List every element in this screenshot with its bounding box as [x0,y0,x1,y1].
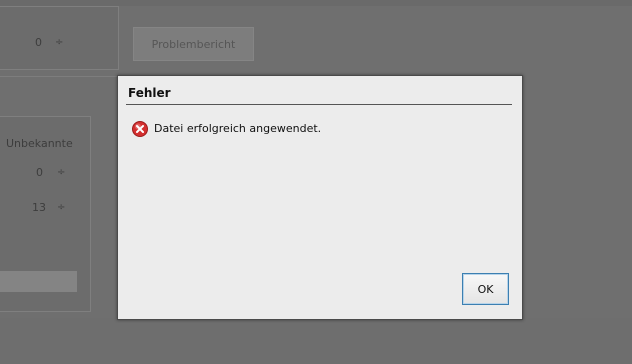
stepper-arrows-icon: ÷ [57,202,66,213]
error-dialog: Fehler Datei erfolgreich angewendet. OK [117,75,523,320]
unknown-value-2: 13 [32,201,46,214]
ok-button[interactable]: OK [462,273,509,305]
stepper-arrows-icon: ÷ [57,167,66,178]
dialog-title: Fehler [128,86,171,100]
problem-report-button: Problembericht [133,27,254,61]
title-divider [126,104,512,105]
background-bar [0,271,77,292]
stepper-value-top: 0 [35,36,42,49]
stepper-arrows-icon: ÷ [55,37,64,48]
unknown-value-1: 0 [36,166,43,179]
background-bottom-area [0,318,632,364]
dialog-message: Datei erfolgreich angewendet. [154,122,322,135]
background-divider [0,76,120,77]
error-icon [132,121,148,137]
unknown-column-header: Unbekannte [6,137,73,150]
